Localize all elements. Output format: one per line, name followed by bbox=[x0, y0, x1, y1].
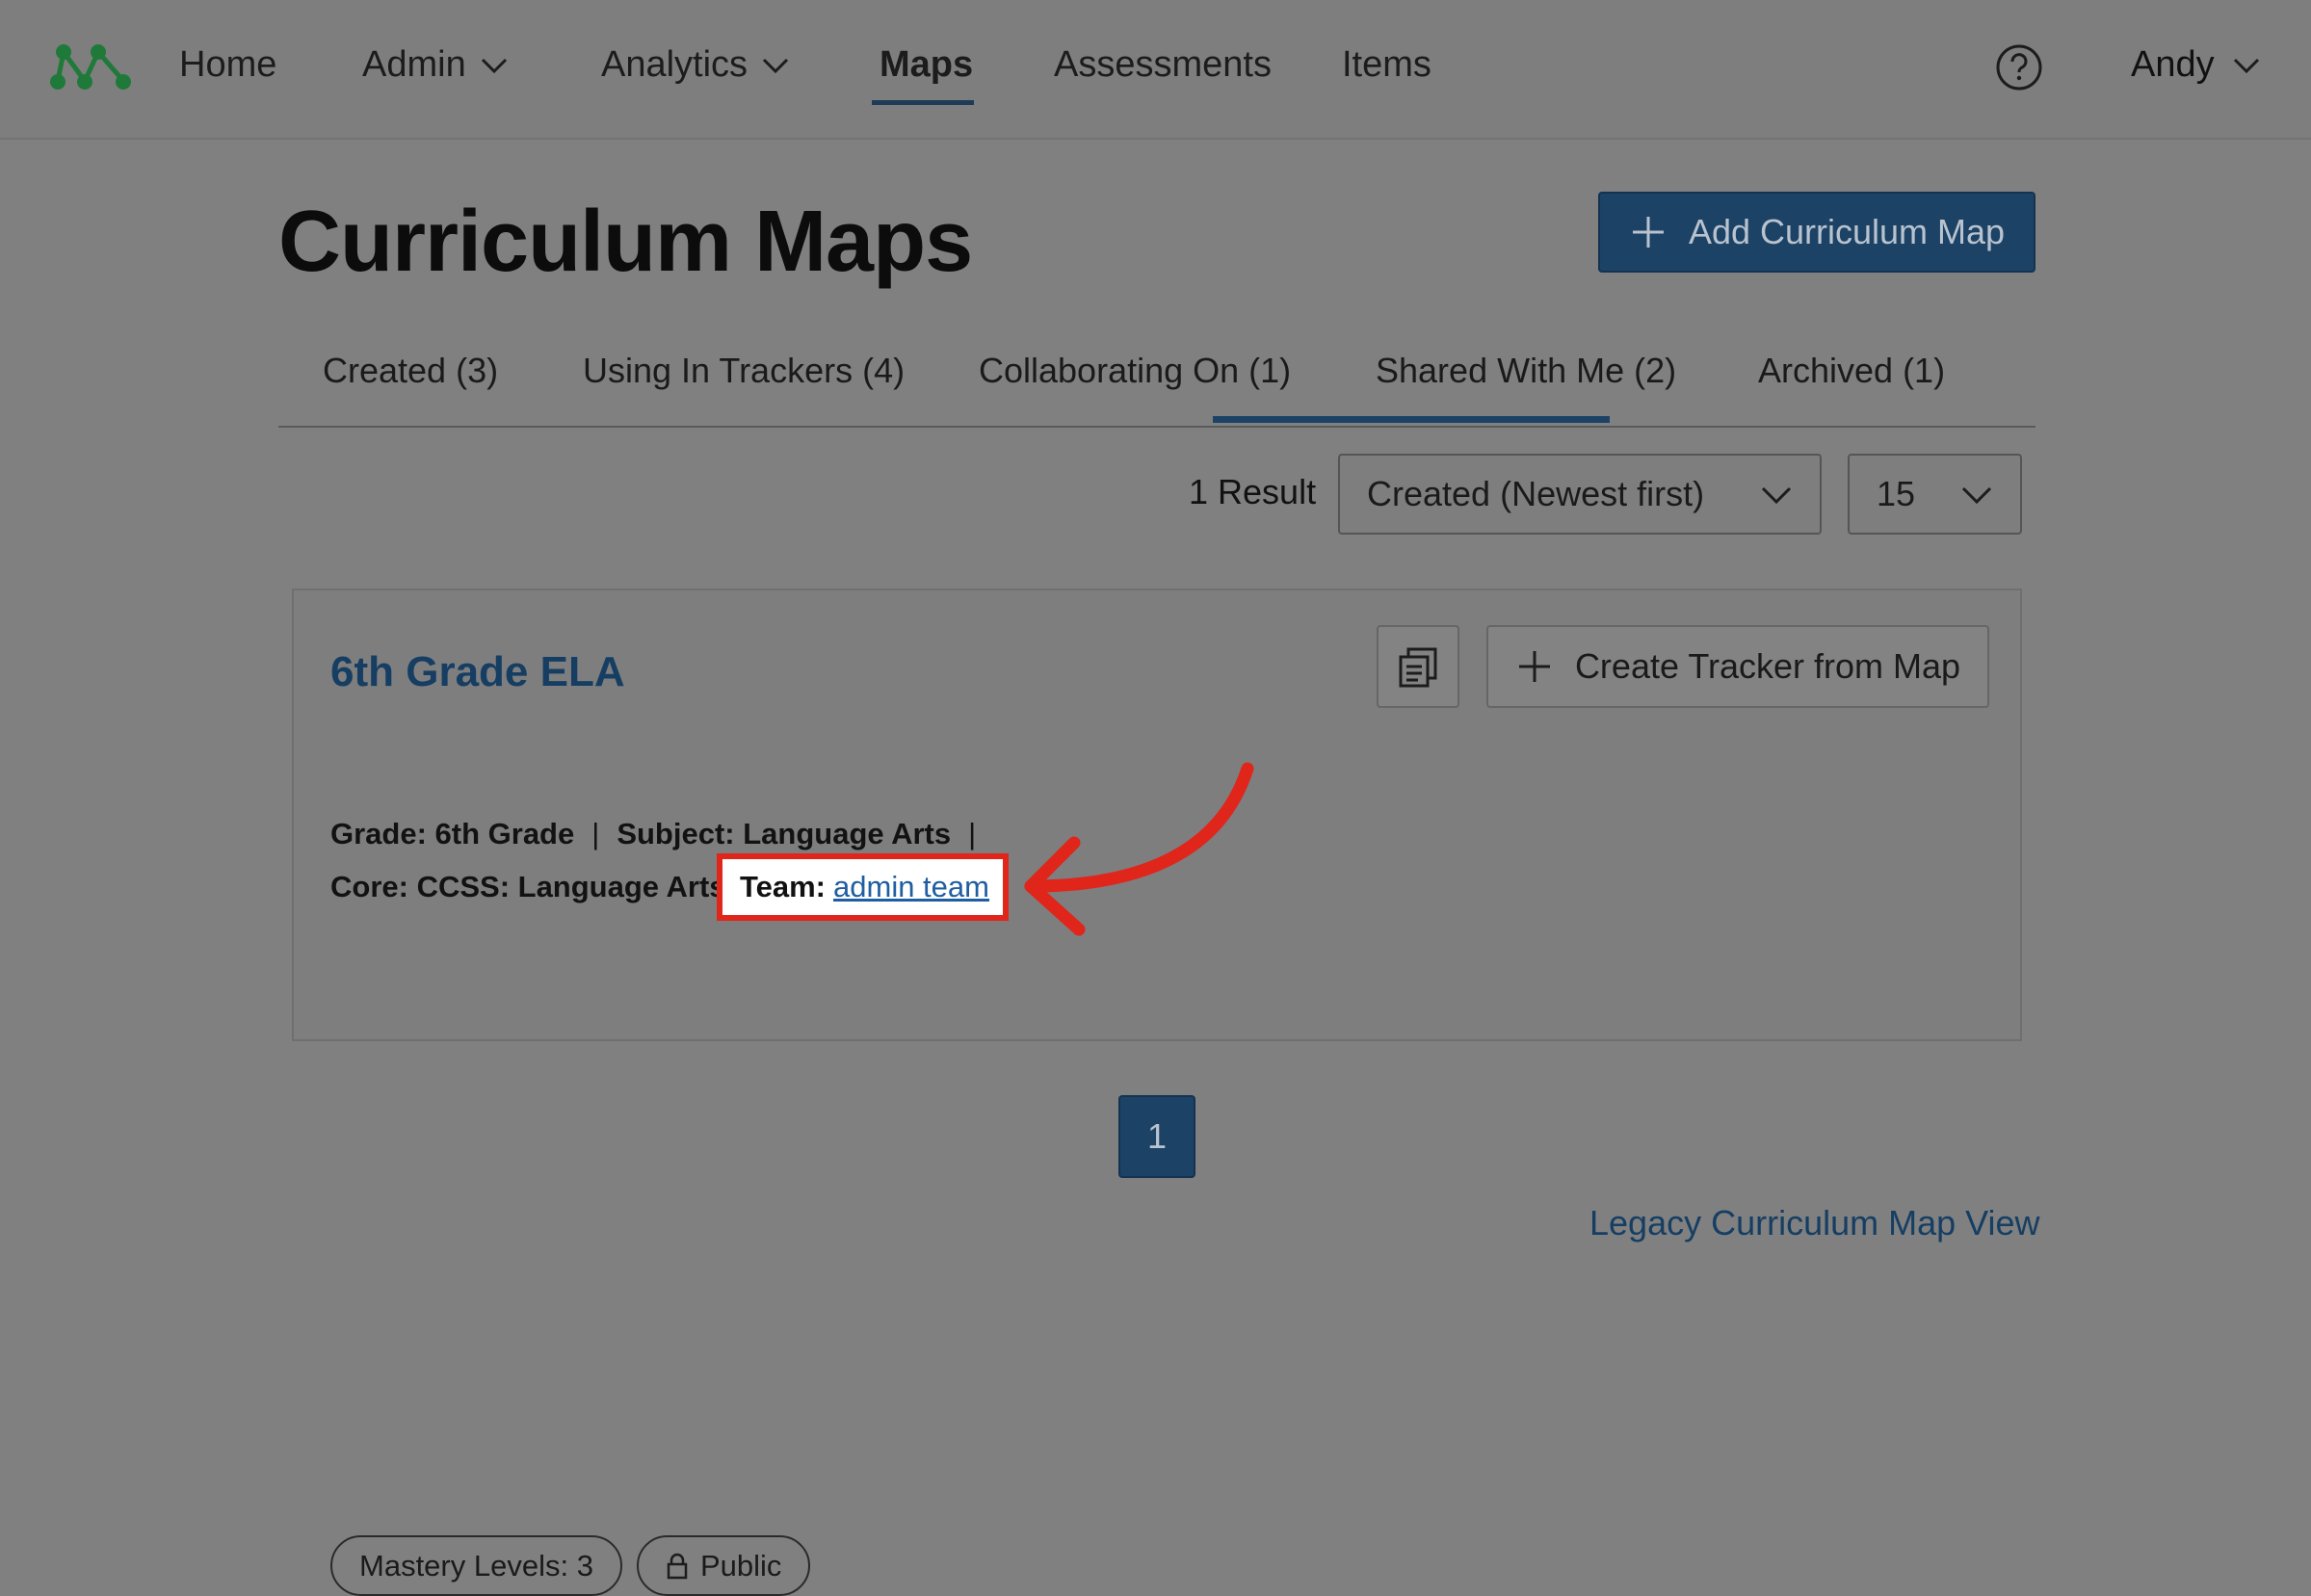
team-highlight: Team: admin team bbox=[717, 853, 1009, 921]
map-title-link[interactable]: 6th Grade ELA bbox=[330, 648, 625, 696]
nav-admin[interactable]: Admin bbox=[362, 44, 509, 86]
annotation-arrow-icon bbox=[1024, 762, 1254, 936]
create-tracker-label: Create Tracker from Map bbox=[1574, 646, 1961, 686]
lock-icon bbox=[667, 1553, 688, 1579]
logo-icon[interactable] bbox=[50, 42, 133, 92]
create-tracker-button[interactable]: Create Tracker from Map bbox=[1486, 625, 1989, 708]
add-curriculum-map-label: Add Curriculum Map bbox=[1688, 212, 2006, 251]
subject-info: Subject: Language Arts bbox=[617, 817, 952, 850]
nav-maps-label: Maps bbox=[880, 44, 974, 85]
add-curriculum-map-button[interactable]: Add Curriculum Map bbox=[1598, 192, 2035, 273]
user-menu[interactable]: Andy bbox=[2131, 44, 2261, 86]
sort-select[interactable]: Created (Newest first) bbox=[1338, 454, 1822, 535]
tab-created[interactable]: Created (3) bbox=[323, 351, 498, 391]
nav-maps[interactable]: Maps bbox=[880, 44, 973, 86]
sort-select-value: Created (Newest first) bbox=[1367, 474, 1705, 513]
visibility-label: Public bbox=[700, 1548, 782, 1583]
user-name: Andy bbox=[2131, 44, 2215, 85]
nav-home-label: Home bbox=[179, 44, 277, 85]
page-title: Curriculum Maps bbox=[278, 194, 973, 290]
help-icon[interactable] bbox=[1995, 43, 2043, 92]
tab-active-indicator bbox=[1213, 416, 1610, 423]
nav-home[interactable]: Home bbox=[179, 44, 276, 86]
meta-separator: | bbox=[591, 817, 600, 850]
nav-items[interactable]: Items bbox=[1342, 44, 1431, 86]
tab-shared-with-me[interactable]: Shared With Me (2) bbox=[1376, 351, 1676, 391]
chevron-down-icon bbox=[2233, 58, 2259, 73]
tab-using-in-trackers[interactable]: Using In Trackers (4) bbox=[583, 351, 905, 391]
mastery-levels-badge: Mastery Levels: 3 bbox=[330, 1535, 622, 1596]
mastery-levels-label: Mastery Levels: 3 bbox=[359, 1548, 593, 1583]
team-link[interactable]: admin team bbox=[833, 870, 989, 904]
chevron-down-icon bbox=[1761, 486, 1792, 505]
nav-admin-label: Admin bbox=[362, 44, 466, 85]
top-nav: Home Admin Analytics Maps Assessments It… bbox=[0, 0, 2311, 140]
plus-icon bbox=[1632, 217, 1664, 248]
chevron-down-icon bbox=[763, 58, 789, 73]
nav-analytics[interactable]: Analytics bbox=[601, 44, 790, 86]
page-button-current[interactable]: 1 bbox=[1118, 1095, 1195, 1178]
team-label: Team: bbox=[740, 870, 827, 903]
nav-active-indicator bbox=[872, 100, 974, 105]
plus-icon bbox=[1518, 651, 1550, 682]
chevron-down-icon bbox=[1961, 486, 1992, 505]
meta-separator: | bbox=[968, 817, 977, 850]
map-meta-line-2: Core: CCSS: Language Arts| bbox=[330, 870, 769, 904]
nav-analytics-label: Analytics bbox=[601, 44, 748, 85]
copy-map-button[interactable] bbox=[1377, 625, 1459, 708]
per-page-select[interactable]: 15 bbox=[1848, 454, 2022, 535]
tab-archived[interactable]: Archived (1) bbox=[1758, 351, 1945, 391]
chevron-down-icon bbox=[481, 58, 507, 73]
legacy-view-link[interactable]: Legacy Curriculum Map View bbox=[1589, 1203, 2040, 1243]
nav-assessments[interactable]: Assessments bbox=[1054, 44, 1272, 86]
visibility-badge: Public bbox=[637, 1535, 811, 1596]
nav-assessments-label: Assessments bbox=[1054, 44, 1272, 85]
nav-items-label: Items bbox=[1342, 44, 1431, 85]
map-meta-line-1: Grade: 6th Grade | Subject: Language Arts | bbox=[330, 817, 993, 851]
per-page-value: 15 bbox=[1877, 474, 1916, 513]
core-info: Core: CCSS: Language Arts bbox=[330, 870, 726, 903]
tab-collaborating-on[interactable]: Collaborating On (1) bbox=[979, 351, 1291, 391]
grade-info: Grade: 6th Grade bbox=[330, 817, 575, 850]
copy-icon bbox=[1399, 647, 1437, 688]
result-count: 1 Result bbox=[1189, 472, 1317, 511]
tab-bar: Created (3) Using In Trackers (4) Collab… bbox=[278, 347, 2035, 428]
